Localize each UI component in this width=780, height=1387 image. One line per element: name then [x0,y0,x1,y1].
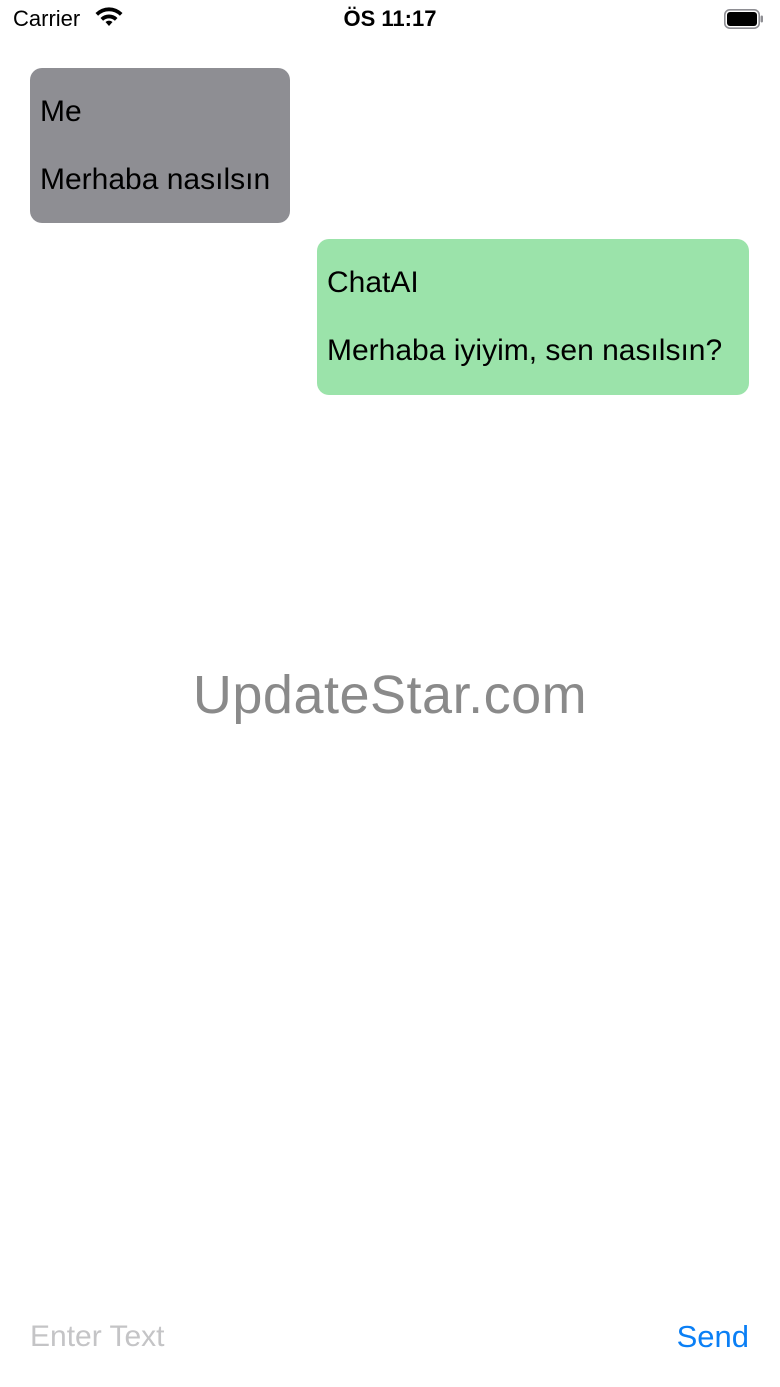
message-sender: ChatAI [327,266,419,299]
clock: ÖS 11:17 [343,6,437,31]
message-sender: Me [40,95,82,128]
message-bubble-me: Me Merhaba nasılsın [30,68,290,223]
watermark: UpdateStar.com [192,665,588,725]
message-input[interactable] [30,1316,590,1358]
message-bubble-chatai: ChatAI Merhaba iyiyim, sen nasılsın? [317,239,749,395]
status-bar: Carrier ÖS 11:17 [0,0,780,40]
message-text: Merhaba iyiyim, sen nasılsın? [327,334,723,367]
send-button[interactable]: Send [677,1316,749,1358]
input-bar: Send [0,1300,780,1380]
message-text: Merhaba nasılsın [40,163,271,196]
battery-icon [724,9,763,29]
